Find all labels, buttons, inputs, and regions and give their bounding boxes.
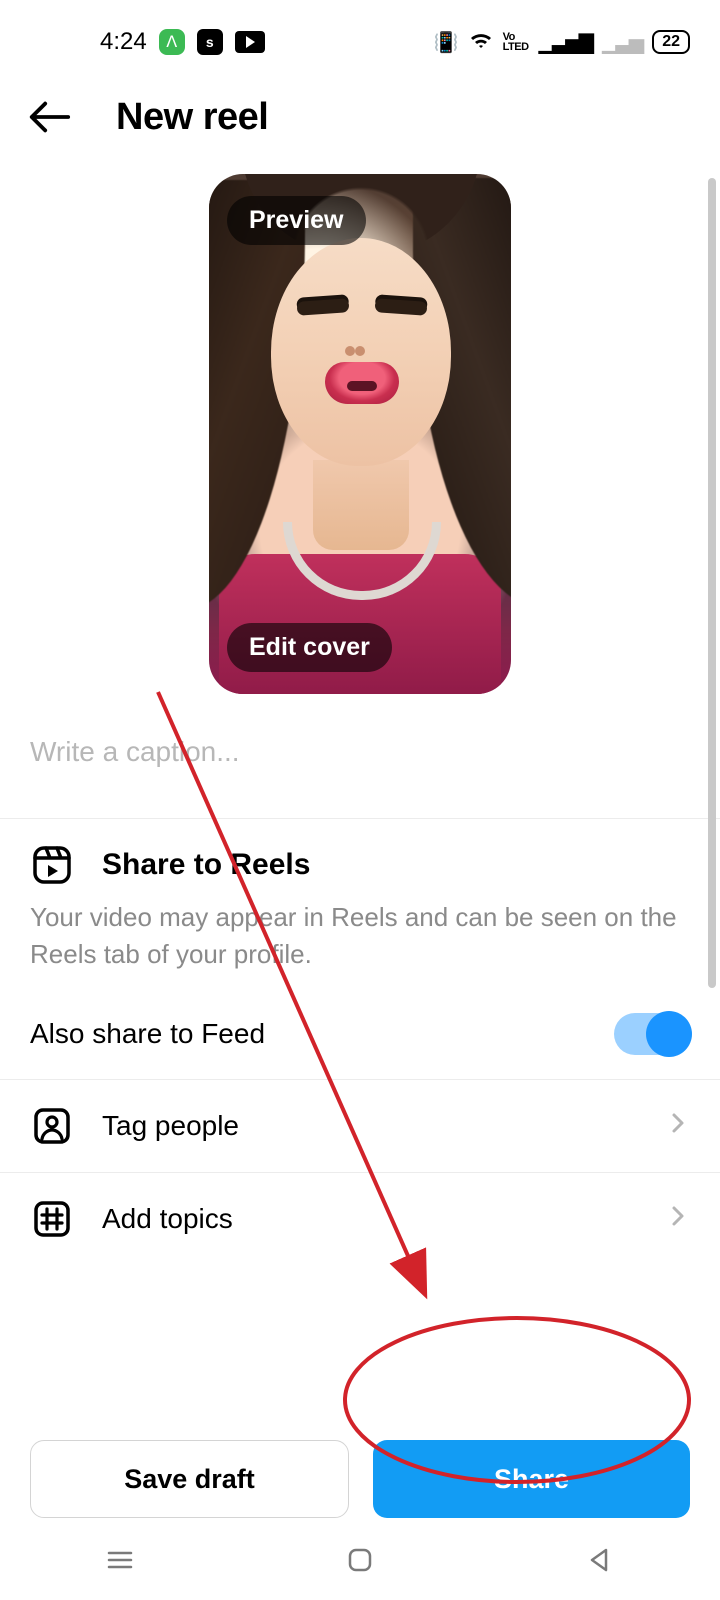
battery-icon: 22: [652, 30, 690, 54]
save-draft-button[interactable]: Save draft: [30, 1440, 349, 1518]
bottom-action-bar: Save draft Share: [0, 1440, 720, 1518]
also-share-to-feed-row: Also share to Feed: [0, 995, 720, 1079]
add-topics-icon: [30, 1199, 74, 1239]
also-share-to-feed-toggle[interactable]: [614, 1013, 690, 1055]
arrow-left-icon: [26, 94, 72, 140]
youtube-icon: [235, 31, 265, 53]
nav-home-button[interactable]: [344, 1544, 376, 1581]
scrollbar[interactable]: [708, 178, 716, 988]
system-nav-bar: [0, 1532, 720, 1592]
reels-icon: [30, 845, 74, 885]
tag-people-icon: [30, 1106, 74, 1146]
back-button[interactable]: [26, 94, 72, 140]
tag-people-row[interactable]: Tag people: [0, 1079, 720, 1172]
share-to-reels-title: Share to Reels: [102, 848, 310, 882]
app-header: New reel: [0, 60, 720, 174]
volte-icon: Vo LTED: [503, 32, 529, 52]
preview-button[interactable]: Preview: [227, 196, 366, 245]
page-title: New reel: [116, 96, 268, 139]
chevron-right-icon: [666, 1204, 690, 1233]
vibrate-icon: 📳: [434, 30, 459, 55]
share-button[interactable]: Share: [373, 1440, 690, 1518]
status-app-icon-2: s: [197, 29, 223, 55]
chevron-right-icon: [666, 1111, 690, 1140]
tag-people-label: Tag people: [102, 1110, 638, 1142]
also-share-to-feed-label: Also share to Feed: [30, 1018, 265, 1050]
add-topics-row[interactable]: Add topics: [0, 1172, 720, 1265]
status-bar: 4:24 ᐱ s 📳 Vo LTED ▁▃▅▇ ▁▃▅ 22: [0, 0, 720, 60]
wifi-icon: [469, 28, 493, 56]
signal-icon-2: ▁▃▅: [602, 30, 642, 55]
nav-recent-button[interactable]: [104, 1544, 136, 1581]
caption-input[interactable]: [30, 736, 690, 768]
status-app-icon-1: ᐱ: [159, 29, 185, 55]
add-topics-label: Add topics: [102, 1203, 638, 1235]
signal-icon-1: ▁▃▅▇: [539, 30, 593, 55]
reel-cover-thumbnail[interactable]: Preview Edit cover: [209, 174, 511, 694]
nav-back-button[interactable]: [584, 1544, 616, 1581]
share-to-reels-description: Your video may appear in Reels and can b…: [30, 899, 690, 973]
share-to-reels-section: Share to Reels Your video may appear in …: [0, 819, 720, 995]
edit-cover-button[interactable]: Edit cover: [227, 623, 392, 672]
status-time: 4:24: [100, 28, 147, 56]
